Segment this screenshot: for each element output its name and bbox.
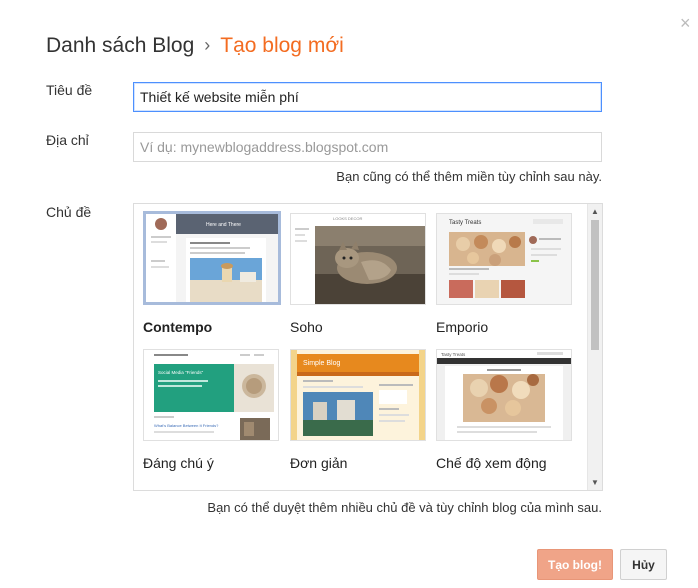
theme-name: Đáng chú ý: [143, 455, 214, 471]
theme-name: Đơn giản: [290, 455, 348, 471]
address-hint: Bạn cũng có thể thêm miền tùy chỉnh sau …: [336, 169, 602, 184]
theme-label: Chủ đề: [46, 204, 92, 220]
address-label: Địa chỉ: [46, 132, 89, 148]
soho-header-text: LOOKS DECOR: [333, 216, 362, 221]
scroll-up-icon[interactable]: ▲: [591, 207, 599, 216]
theme-scrollbar[interactable]: ▲ ▼: [587, 204, 602, 490]
theme-name: Emporio: [436, 319, 489, 335]
theme-emporio[interactable]: Tasty Treats Emporio: [436, 213, 572, 335]
scrollbar-thumb[interactable]: [591, 220, 599, 350]
emporio-title-text: Tasty Treats: [449, 220, 481, 226]
theme-simple-thumbnail: Simple Blog: [290, 349, 426, 441]
theme-notable[interactable]: Social Media "Friends" What's Balance Be…: [143, 349, 279, 471]
theme-name: Soho: [290, 319, 323, 335]
page-title: Danh sách Blog › Tạo blog mới: [46, 34, 344, 58]
title-label: Tiêu đề: [46, 82, 93, 98]
theme-emporio-thumbnail: Tasty Treats: [436, 213, 572, 305]
cancel-button[interactable]: Hủy: [620, 549, 667, 580]
theme-notable-thumbnail: Social Media "Friends" What's Balance Be…: [143, 349, 279, 441]
theme-dynamic-views-thumbnail: Tasty Treats: [436, 349, 572, 441]
theme-simple[interactable]: Simple Blog Đơn giản: [290, 349, 426, 471]
themes-hint: Bạn có thể duyệt thêm nhiều chủ đề và tù…: [207, 500, 602, 515]
close-icon[interactable]: ×: [680, 14, 691, 32]
notable-header-text: Social Media "Friends": [158, 370, 204, 375]
theme-contempo[interactable]: Here and There Contempo: [143, 211, 281, 335]
contempo-header-text: Here and There: [206, 222, 241, 228]
theme-soho[interactable]: LOOKS DECOR Soho: [290, 213, 426, 335]
breadcrumb-current: Tạo blog mới: [220, 34, 344, 57]
breadcrumb-separator: ›: [204, 35, 211, 55]
dynamic-title-text: Tasty Treats: [441, 352, 466, 357]
title-input[interactable]: [133, 82, 602, 112]
theme-contempo-thumbnail: Here and There: [143, 211, 281, 305]
theme-soho-thumbnail: LOOKS DECOR: [290, 213, 426, 305]
scroll-down-icon[interactable]: ▼: [591, 478, 599, 487]
simple-title-text: Simple Blog: [303, 360, 340, 367]
theme-name: Chế độ xem động: [436, 455, 547, 471]
notable-sub-text: What's Balance Between It Friends?: [154, 423, 219, 428]
theme-picker: Here and There Contempo LOOKS DECOR Soho…: [133, 203, 603, 491]
theme-dynamic-views[interactable]: Tasty Treats Chế độ xem động: [436, 349, 572, 471]
theme-name: Contempo: [143, 319, 213, 335]
breadcrumb-blog-list[interactable]: Danh sách Blog: [46, 34, 194, 57]
create-blog-button[interactable]: Tạo blog!: [537, 549, 613, 580]
address-input[interactable]: [133, 132, 602, 162]
